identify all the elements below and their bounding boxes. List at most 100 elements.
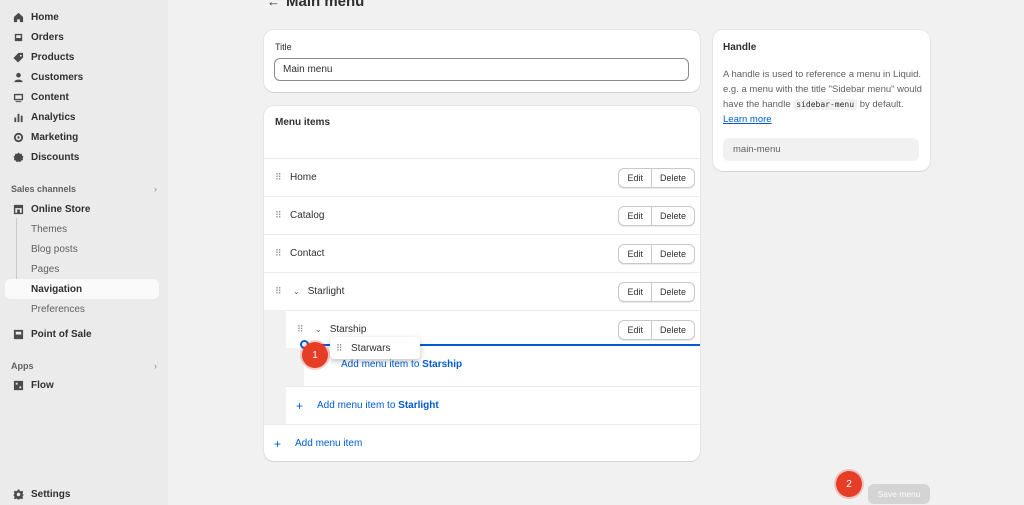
delete-button[interactable]: Delete <box>650 321 694 339</box>
menu-row-home[interactable]: ⠿ Home Edit Delete <box>264 158 700 196</box>
edit-button[interactable]: Edit <box>619 283 651 301</box>
apps-label: Apps <box>11 361 34 371</box>
sidebar-item-marketing[interactable]: Marketing <box>5 127 159 147</box>
sidebar-item-online-store[interactable]: Online Store <box>5 199 159 219</box>
dragging-item[interactable]: ⠿ Starwars <box>330 337 420 359</box>
sidebar-item-products[interactable]: Products <box>5 47 159 67</box>
sales-channels-label: Sales channels <box>11 184 77 194</box>
add-link-target: Starlight <box>398 400 439 411</box>
store-icon <box>12 203 24 215</box>
chevron-right-icon: › <box>154 184 157 194</box>
dragging-item-label: Starwars <box>351 342 391 354</box>
title-input[interactable]: Main menu <box>274 58 689 81</box>
edit-button[interactable]: Edit <box>619 207 651 225</box>
sidebar-item-discounts[interactable]: Discounts <box>5 147 159 167</box>
menu-item-label: Catalog <box>290 210 325 221</box>
row-actions: Edit Delete <box>618 206 695 226</box>
sidebar: Home Orders Products Customers Content A… <box>0 0 168 505</box>
nest-indent <box>264 310 286 424</box>
add-menu-item-link[interactable]: Add menu item <box>295 438 362 449</box>
sales-channels-section[interactable]: Sales channels › <box>11 184 157 194</box>
menu-row-starlight[interactable]: ⠿ ⌄ Starlight Edit Delete <box>264 272 700 310</box>
page-title: Main menu <box>286 0 365 10</box>
edit-button[interactable]: Edit <box>619 169 651 187</box>
handle-input[interactable]: main-menu <box>723 138 919 161</box>
menu-item-label: Home <box>290 172 317 183</box>
menu-row-contact[interactable]: ⠿ Contact Edit Delete <box>264 234 700 272</box>
save-menu-button[interactable]: Save menu <box>868 484 930 504</box>
gear-icon <box>12 488 24 500</box>
sidebar-item-settings[interactable]: Settings <box>5 484 159 504</box>
add-link-target: Starship <box>422 359 463 370</box>
handle-card: Handle A handle is used to reference a m… <box>713 30 930 171</box>
add-to-starship-link[interactable]: Add menu item to Starship <box>341 359 462 370</box>
menu-item-label: Starship <box>329 324 367 335</box>
bar-chart-icon <box>12 111 24 123</box>
handle-description-end: by default. <box>859 99 904 110</box>
sidebar-item-label: Discounts <box>31 151 80 163</box>
apps-section[interactable]: Apps › <box>11 361 157 371</box>
sidebar-item-label: Analytics <box>31 111 76 123</box>
sidebar-item-label: Content <box>31 91 69 103</box>
drag-handle-icon[interactable]: ⠿ <box>297 324 307 335</box>
plus-icon: + <box>296 398 304 413</box>
sidebar-subitem-preferences[interactable]: Preferences <box>5 299 159 319</box>
sidebar-subitem-navigation[interactable]: Navigation <box>5 279 159 299</box>
delete-button[interactable]: Delete <box>650 245 694 263</box>
tag-icon <box>12 51 24 63</box>
edit-button[interactable]: Edit <box>619 245 651 263</box>
sidebar-item-label: Marketing <box>31 131 79 143</box>
sidebar-item-label: Home <box>31 11 59 23</box>
sidebar-item-orders[interactable]: Orders <box>5 27 159 47</box>
drag-handle-icon[interactable]: ⠿ <box>275 172 285 183</box>
add-to-starlight-link[interactable]: Add menu item to Starlight <box>317 400 439 411</box>
sidebar-subitem-blog-posts[interactable]: Blog posts <box>5 239 159 259</box>
delete-button[interactable]: Delete <box>650 207 694 225</box>
menu-items-heading: Menu items <box>275 117 331 128</box>
delete-button[interactable]: Delete <box>650 169 694 187</box>
sidebar-item-label: Flow <box>31 379 54 391</box>
sidebar-item-home[interactable]: Home <box>5 7 159 27</box>
sidebar-item-label: Point of Sale <box>31 328 92 340</box>
orders-icon <box>12 31 24 43</box>
plus-icon: + <box>274 436 282 451</box>
back-arrow-icon[interactable]: ← <box>267 0 280 9</box>
flow-icon <box>12 379 24 391</box>
menu-row-catalog[interactable]: ⠿ Catalog Edit Delete <box>264 196 700 234</box>
row-actions: Edit Delete <box>618 282 695 302</box>
sidebar-item-content[interactable]: Content <box>5 87 159 107</box>
edit-button[interactable]: Edit <box>619 321 651 339</box>
home-icon <box>12 11 24 23</box>
person-icon <box>12 71 24 83</box>
sidebar-subitem-themes[interactable]: Themes <box>5 219 159 239</box>
handle-code-example: sidebar-menu <box>793 99 858 110</box>
drag-handle-icon[interactable]: ⠿ <box>275 210 285 221</box>
chevron-down-icon[interactable]: ⌄ <box>293 287 300 296</box>
menu-item-label: Contact <box>290 248 325 259</box>
chevron-right-icon: › <box>154 361 157 371</box>
menu-item-label: Starlight <box>307 286 345 297</box>
pos-icon <box>12 328 24 340</box>
sidebar-item-point-of-sale[interactable]: Point of Sale <box>5 324 159 344</box>
drag-handle-icon: ⠿ <box>336 342 343 353</box>
row-actions: Edit Delete <box>618 168 695 188</box>
chevron-down-icon[interactable]: ⌄ <box>315 325 322 334</box>
sidebar-item-analytics[interactable]: Analytics <box>5 107 159 127</box>
menu-items-card: Menu items ⠿ Home Edit Delete ⠿ Catalog … <box>264 106 700 461</box>
step-badge-2: 2 <box>836 471 862 497</box>
learn-more-link[interactable]: Learn more <box>723 114 772 125</box>
step-badge-1: 1 <box>302 342 328 368</box>
add-to-starlight-row[interactable]: + Add menu item to Starlight <box>286 386 700 424</box>
row-actions: Edit Delete <box>618 320 695 340</box>
handle-description: A handle is used to reference a menu in … <box>723 67 923 127</box>
add-menu-item-row[interactable]: + Add menu item <box>264 424 700 462</box>
content-icon <box>12 91 24 103</box>
delete-button[interactable]: Delete <box>650 283 694 301</box>
sidebar-item-customers[interactable]: Customers <box>5 67 159 87</box>
discount-icon <box>12 151 24 163</box>
sidebar-subitem-pages[interactable]: Pages <box>5 259 159 279</box>
sidebar-item-flow[interactable]: Flow <box>5 375 159 395</box>
drag-handle-icon[interactable]: ⠿ <box>275 286 285 297</box>
add-link-prefix: Add menu item to <box>317 400 396 411</box>
drag-handle-icon[interactable]: ⠿ <box>275 248 285 259</box>
